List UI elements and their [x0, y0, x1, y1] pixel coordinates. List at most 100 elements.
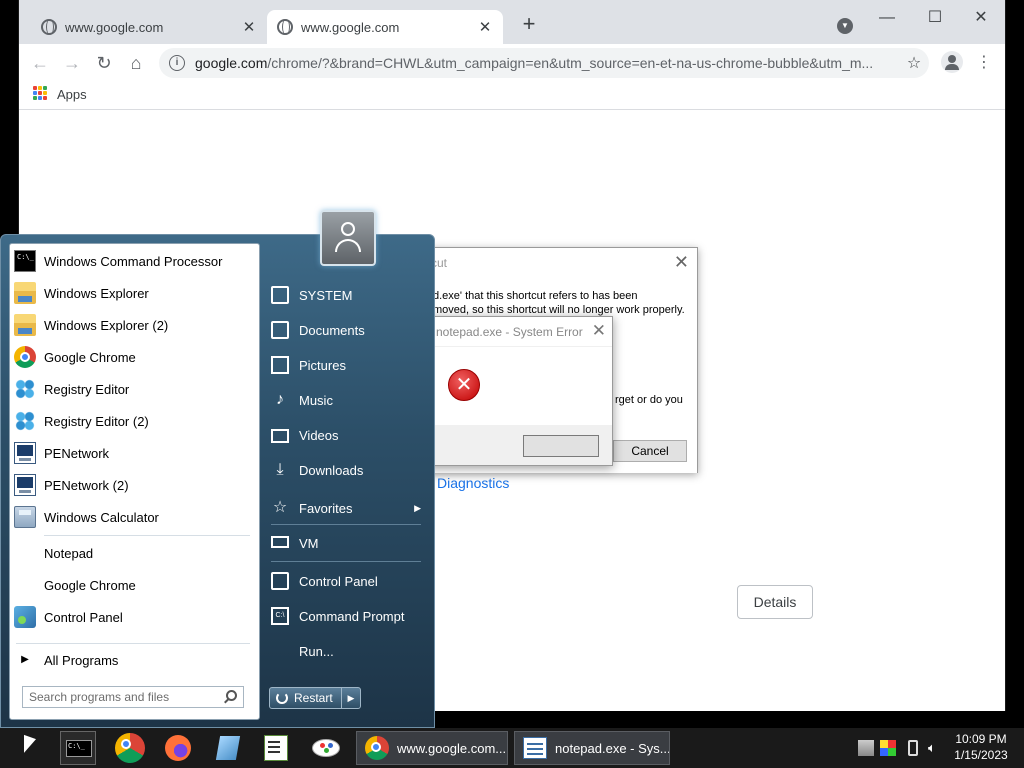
search-placeholder: Search programs and files [29, 690, 170, 704]
taskbar-notepadpp-icon[interactable] [258, 731, 294, 765]
taskbar: C:\_ www.google.com... notepad.exe - Sys… [0, 728, 1024, 768]
globe-icon [41, 19, 57, 35]
taskbar-firefox-icon[interactable] [160, 731, 196, 765]
start-item-explorer[interactable]: Windows Explorer [14, 278, 256, 308]
taskbar-notes-icon[interactable] [210, 731, 246, 765]
diagnostics-link[interactable]: Diagnostics [437, 475, 509, 491]
dialog-titlebar: notepad.exe - System Error ✕ [428, 317, 612, 347]
start-right-music[interactable]: ♪ Music [271, 385, 421, 415]
tab-active[interactable]: www.google.com ✕ [267, 10, 503, 44]
taskbar-paint-icon[interactable] [308, 731, 344, 765]
start-right-control-panel[interactable]: Control Panel [271, 566, 421, 596]
clock-date: 1/15/2023 [954, 748, 1008, 762]
start-right-label: Pictures [299, 357, 346, 373]
start-item-penetwork[interactable]: PENetwork [14, 438, 256, 468]
apps-grid-icon[interactable] [33, 86, 47, 100]
download-icon: ⤓ [276, 461, 284, 478]
usb-tray-icon[interactable] [908, 740, 918, 756]
network-tray-icon[interactable] [858, 740, 874, 756]
site-info-icon[interactable]: i [169, 55, 185, 71]
close-tab-icon[interactable]: ✕ [477, 18, 493, 36]
restart-options-arrow-icon[interactable]: ▶ [342, 693, 360, 704]
new-tab-button[interactable]: + [517, 12, 541, 36]
pictures-icon [271, 356, 289, 374]
start-right-favorites[interactable]: ☆ Favorites ▶ [271, 493, 421, 523]
volume-muted-icon[interactable]: 🔈︎ [928, 740, 944, 756]
task-label: notepad.exe - Sys... [555, 740, 670, 756]
computer-icon [271, 536, 289, 548]
start-item-penetwork-2[interactable]: PENetwork (2) [14, 470, 256, 500]
start-item-registry-2[interactable]: Registry Editor (2) [14, 406, 256, 436]
start-right-command-prompt[interactable]: C:\ Command Prompt [271, 601, 421, 631]
start-item-notepad[interactable]: Notepad [14, 538, 256, 568]
bookmarks-bar: Apps [19, 80, 1005, 110]
taskbar-task-notepad[interactable]: notepad.exe - Sys... [514, 731, 670, 765]
tab-inactive[interactable]: www.google.com ✕ [31, 10, 267, 44]
reload-icon[interactable]: ↻ [91, 50, 117, 76]
taskbar-chrome-icon[interactable] [112, 731, 148, 765]
profile-avatar-icon[interactable] [941, 51, 963, 73]
tab-title: www.google.com [65, 19, 164, 35]
browser-toolbar: ← → ↻ ⌂ i google.com/chrome/?&brand=CHWL… [19, 44, 1005, 80]
menu-kebab-icon[interactable]: ⋮ [971, 50, 997, 76]
globe-icon [277, 19, 293, 35]
address-bar[interactable]: i google.com/chrome/?&brand=CHWL&utm_cam… [159, 48, 929, 78]
start-item-label: Registry Editor [44, 381, 130, 397]
close-tab-icon[interactable]: ✕ [241, 18, 257, 36]
run-icon [271, 642, 289, 660]
minimize-icon[interactable]: — [867, 4, 907, 32]
start-item-calculator[interactable]: Windows Calculator [14, 502, 256, 532]
start-right-documents[interactable]: Documents [271, 315, 421, 345]
all-programs-label: All Programs [44, 652, 119, 668]
documents-icon [271, 321, 289, 339]
start-right-run[interactable]: Run... [271, 636, 421, 666]
restart-button[interactable]: Restart ▶ [269, 687, 361, 709]
start-item-explorer-2[interactable]: Windows Explorer (2) [14, 310, 256, 340]
all-programs-button[interactable]: ▶ All Programs [14, 645, 256, 675]
start-right-pictures[interactable]: Pictures [271, 350, 421, 380]
start-item-label: Windows Explorer (2) [44, 317, 169, 333]
start-item-registry[interactable]: Registry Editor [14, 374, 256, 404]
start-right-system[interactable]: SYSTEM [271, 280, 421, 310]
start-right-vm[interactable]: VM [271, 528, 421, 558]
tab-strip: www.google.com ✕ www.google.com ✕ + ▼ — … [19, 0, 1005, 44]
ok-button[interactable] [523, 435, 599, 457]
triangle-right-icon: ▶ [21, 654, 29, 665]
start-right-downloads[interactable]: ⤓ Downloads [271, 455, 421, 485]
tab-title: www.google.com [301, 19, 400, 35]
home-icon[interactable]: ⌂ [123, 50, 149, 76]
bookmark-apps[interactable]: Apps [57, 87, 87, 102]
url-host: google.com [195, 55, 268, 71]
bookmark-star-icon[interactable]: ☆ [899, 53, 929, 73]
start-item-command-processor[interactable]: Windows Command Processor [14, 246, 256, 276]
maximize-icon[interactable]: ☐ [915, 4, 955, 32]
start-right-videos[interactable]: Videos [271, 420, 421, 450]
back-icon[interactable]: ← [27, 50, 53, 76]
dialog-message-line: d.exe' that this shortcut refers to has … [433, 290, 638, 302]
star-icon: ☆ [272, 499, 288, 516]
close-window-icon[interactable]: ✕ [961, 4, 1001, 32]
close-icon[interactable]: ✕ [674, 252, 689, 273]
forward-icon[interactable]: → [59, 50, 85, 76]
close-icon[interactable]: ✕ [592, 321, 606, 341]
start-item-control-panel[interactable]: Control Panel [14, 602, 256, 632]
dialog-title: notepad.exe - System Error [436, 325, 583, 339]
error-icon: ✕ [448, 369, 480, 401]
tab-search-icon[interactable]: ▼ [837, 18, 853, 34]
start-item-chrome[interactable]: Google Chrome [14, 342, 256, 372]
music-icon: ♪ [276, 391, 284, 408]
taskbar-cmd-icon[interactable]: C:\_ [60, 731, 96, 765]
cancel-button[interactable]: Cancel [613, 440, 687, 462]
start-item-label: Windows Command Processor [44, 253, 223, 269]
start-right-label: Control Panel [299, 573, 378, 589]
start-item-label: PENetwork [44, 445, 110, 461]
separator [44, 535, 250, 536]
network-icon [14, 442, 36, 464]
system-clock[interactable]: 10:09 PM 1/15/2023 [946, 731, 1016, 763]
details-button[interactable]: Details [737, 585, 813, 619]
start-search-input[interactable]: Search programs and files [22, 686, 244, 708]
taskbar-task-chrome[interactable]: www.google.com... [356, 731, 508, 765]
chrome-icon [14, 346, 36, 368]
display-tray-icon[interactable] [880, 740, 896, 756]
start-item-chrome-recent[interactable]: Google Chrome [14, 570, 256, 600]
